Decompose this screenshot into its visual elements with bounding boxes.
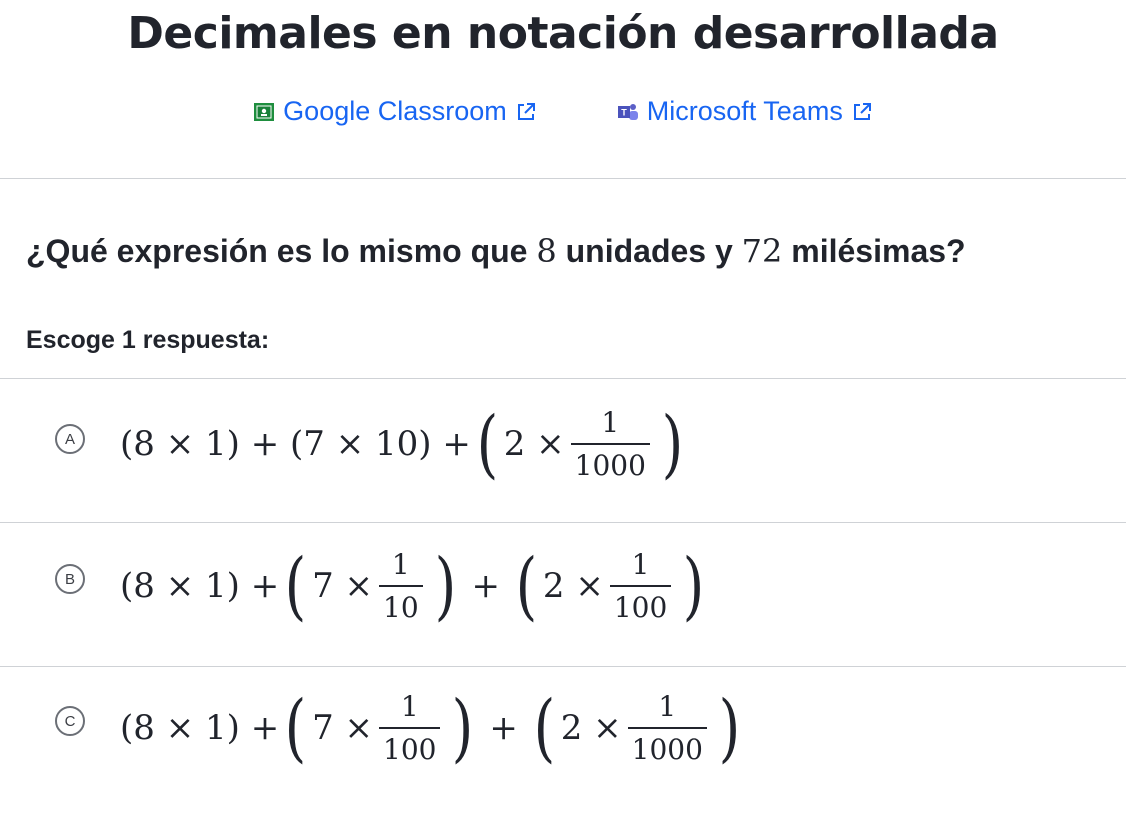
google-classroom-link[interactable]: Google Classroom — [253, 96, 537, 127]
close-paren: ) — [718, 685, 741, 771]
close-paren: ) — [661, 401, 684, 487]
fraction: 1 10 — [379, 548, 423, 624]
open-paren: ( — [284, 543, 307, 629]
divider — [0, 666, 1126, 667]
question-text: ¿Qué expresión es lo mismo que 8 unidade… — [26, 232, 966, 270]
choice-letter-b: B — [55, 564, 85, 594]
external-link-icon — [853, 102, 871, 120]
choice-c[interactable]: C (8 × 1) + ( 7 × 1 100 ) + ( 2 × 1 1000… — [0, 668, 1126, 824]
microsoft-teams-icon: T — [617, 103, 638, 120]
choice-a-expression: (8 × 1) + (7 × 10) + ( 2 × 1 1000 ) — [120, 401, 684, 487]
divider — [0, 178, 1126, 179]
microsoft-teams-link[interactable]: T Microsoft Teams — [617, 96, 873, 127]
share-links: Google Classroom T Microsoft Teams — [0, 96, 1126, 127]
close-paren: ) — [682, 543, 705, 629]
fraction: 1 100 — [379, 690, 441, 766]
open-paren: ( — [284, 685, 307, 771]
answer-prompt: Escoge 1 respuesta: — [26, 326, 270, 354]
divider — [0, 378, 1126, 379]
choice-b[interactable]: B (8 × 1) + ( 7 × 1 10 ) + ( 2 × 1 100 ) — [0, 524, 1126, 664]
choice-c-expression: (8 × 1) + ( 7 × 1 100 ) + ( 2 × 1 1000 ) — [120, 685, 741, 771]
open-paren: ( — [515, 543, 538, 629]
question-number-units: 8 — [536, 232, 557, 270]
open-paren: ( — [533, 685, 556, 771]
choice-letter-a: A — [55, 424, 85, 454]
fraction: 1 1000 — [627, 690, 707, 766]
google-classroom-label: Google Classroom — [283, 96, 507, 126]
microsoft-teams-label: Microsoft Teams — [646, 96, 843, 126]
svg-text:T: T — [621, 107, 627, 117]
page-title: Decimales en notación desarrollada — [127, 8, 999, 59]
choice-letter-c: C — [55, 706, 85, 736]
google-classroom-icon — [254, 102, 275, 121]
close-paren: ) — [434, 543, 456, 629]
close-paren: ) — [452, 685, 474, 771]
choice-a[interactable]: A (8 × 1) + (7 × 10) + ( 2 × 1 1000 ) — [0, 380, 1126, 520]
choice-b-expression: (8 × 1) + ( 7 × 1 10 ) + ( 2 × 1 100 ) — [120, 543, 705, 629]
divider — [0, 522, 1126, 523]
question-number-thousandths: 72 — [741, 232, 783, 270]
open-paren: ( — [476, 401, 499, 487]
fraction: 1 100 — [609, 548, 672, 624]
fraction: 1 1000 — [570, 406, 650, 482]
external-link-icon — [517, 102, 535, 120]
